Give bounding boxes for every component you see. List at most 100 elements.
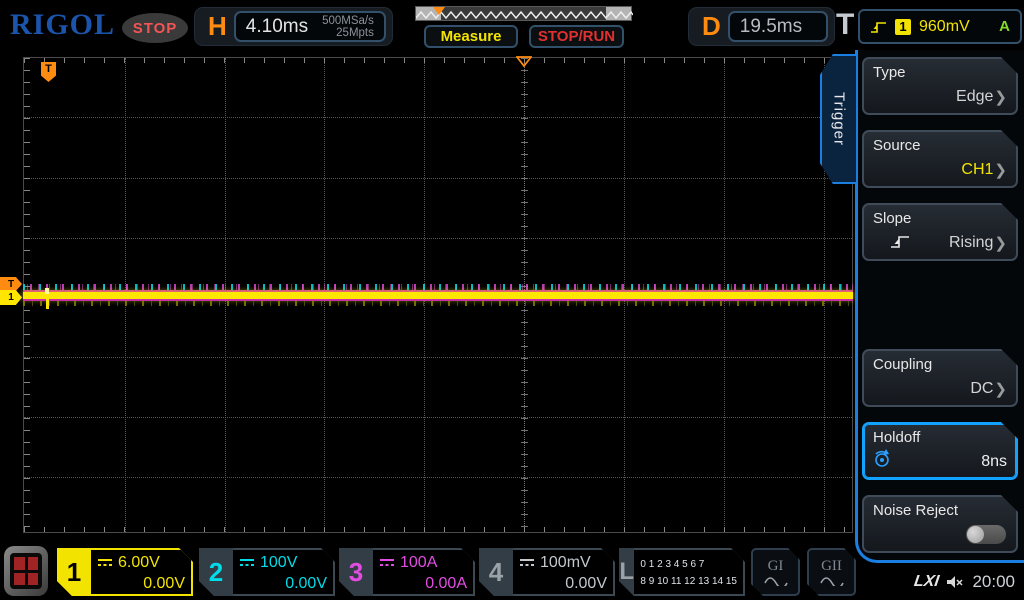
holdoff-value: 8ns	[981, 453, 1007, 471]
menu-grid-icon	[10, 553, 42, 589]
clock: 20:00	[972, 572, 1015, 592]
memory-depth: 25Mpts	[336, 27, 374, 39]
trigger-status-box[interactable]: 1 960mV A	[858, 9, 1022, 44]
chevron-right-icon: ❯	[994, 88, 1007, 106]
ch3-scale: 100A	[400, 554, 437, 571]
waveform-preview-strip[interactable]	[415, 6, 632, 21]
grid-bottom-ticks	[24, 527, 852, 532]
ch2-scale: 100V	[260, 554, 297, 571]
trigger-tab-label: Trigger	[831, 92, 848, 146]
ch3-number: 3	[339, 548, 373, 596]
speaker-muted-icon	[946, 574, 964, 590]
dc-coupling-icon	[519, 558, 536, 567]
oscilloscope-screen: RIGOL STOP H 4.10ms 500MSa/s 25Mpts Meas…	[0, 0, 1024, 600]
grid-hline	[24, 357, 852, 358]
sine-wave-icon	[819, 574, 845, 586]
menu-item-source[interactable]: Source CH1❯	[862, 130, 1018, 188]
trigger-level-value: 960mV	[919, 18, 970, 36]
menu-item-slope[interactable]: Slope Rising❯	[862, 203, 1018, 261]
delay-panel[interactable]: D 19.5ms	[688, 7, 835, 46]
ch1-position-marker[interactable]: 1	[0, 290, 22, 305]
generator-1-block[interactable]: GI	[751, 548, 800, 596]
type-value: Edge	[956, 88, 993, 106]
menu-item-holdoff[interactable]: Holdoff 8ns	[862, 422, 1018, 480]
ch2-number: 2	[199, 548, 233, 596]
generator-2-block[interactable]: GII	[807, 548, 856, 596]
ch3-offset: 0.00A	[379, 573, 467, 594]
menu-item-type[interactable]: Type Edge❯	[862, 57, 1018, 115]
noise-reject-toggle[interactable]	[966, 525, 1006, 544]
type-label: Type	[873, 64, 1007, 81]
menu-item-noise-reject[interactable]: Noise Reject	[862, 495, 1018, 553]
ch4-number: 4	[479, 548, 513, 596]
trigger-position-marker-icon[interactable]	[516, 56, 532, 67]
menu-item-coupling[interactable]: Coupling DC❯	[862, 349, 1018, 407]
grid-hline	[24, 417, 852, 418]
trigger-flag-letter: T	[45, 63, 52, 75]
preview-trigger-position-icon[interactable]	[433, 7, 445, 15]
timebase-value: 4.10ms	[246, 16, 308, 38]
logic-row2: 8 9 10 11 12 13 14 15	[640, 573, 737, 590]
dc-coupling-icon	[379, 558, 396, 567]
holdoff-label: Holdoff	[873, 429, 1007, 446]
ch1-marker-number: 1	[8, 292, 14, 303]
trigger-source-badge: 1	[895, 19, 911, 35]
ch1-scale: 6.00V	[118, 554, 160, 571]
trigger-level-marker[interactable]: T	[0, 277, 22, 291]
measure-button[interactable]: Measure	[424, 25, 518, 48]
chevron-right-icon: ❯	[994, 234, 1007, 252]
trigger-menu-panel	[855, 50, 1024, 563]
logic-row1: 0 1 2 3 4 5 6 7	[640, 556, 737, 573]
trigger-level-letter: T	[8, 279, 14, 290]
chevron-right-icon: ❯	[994, 380, 1007, 398]
ch4-offset: 0.00V	[519, 573, 607, 594]
delay-value: 19.5ms	[740, 16, 802, 38]
stop-run-label: STOP/RUN	[538, 28, 615, 45]
trigger-mode: A	[999, 18, 1010, 35]
chevron-right-icon: ❯	[994, 161, 1007, 179]
trace-noise-band-lower	[23, 301, 853, 306]
delay-d-badge: D	[695, 11, 728, 42]
g1-label: GI	[768, 559, 784, 574]
lxi-badge: LXI	[912, 573, 939, 591]
delay-box: 19.5ms	[728, 11, 828, 42]
channel-4-block[interactable]: 4 100mV 0.00V	[479, 548, 615, 596]
sample-rate: 500MSa/s	[322, 15, 374, 27]
dc-coupling-icon	[97, 558, 114, 567]
grid-hline	[24, 238, 852, 239]
ch1-trace	[23, 292, 853, 299]
trace-glitch-blob	[45, 288, 49, 294]
channel-1-block[interactable]: 1 6.00V 0.00V	[57, 548, 193, 596]
grid-hline	[24, 178, 852, 179]
grid-top-ticks	[24, 58, 852, 63]
g2-label: GII	[821, 559, 842, 574]
main-menu-button[interactable]	[4, 546, 48, 596]
stop-run-button[interactable]: STOP/RUN	[529, 25, 624, 48]
trace-glitch-spike	[46, 299, 49, 309]
logic-analyzer-block[interactable]: L 0 1 2 3 4 5 6 7 8 9 10 11 12 13 14 15	[619, 548, 745, 596]
ch1-number: 1	[57, 548, 91, 596]
horizontal-panel[interactable]: H 4.10ms 500MSa/s 25Mpts	[194, 7, 393, 46]
coupling-value: DC	[970, 380, 993, 398]
slope-label: Slope	[873, 210, 1007, 227]
channel-3-block[interactable]: 3 100A 0.00A	[339, 548, 475, 596]
noise-reject-label: Noise Reject	[873, 502, 1007, 519]
coupling-label: Coupling	[873, 356, 1007, 373]
toggle-knob	[967, 526, 984, 543]
channel-2-block[interactable]: 2 100V 0.00V	[199, 548, 335, 596]
rotate-knob-icon	[872, 449, 892, 469]
status-area: LXI 20:00	[895, 572, 1015, 592]
horizontal-h-badge: H	[201, 11, 234, 42]
ch2-offset: 0.00V	[239, 573, 327, 594]
rising-edge-icon	[870, 19, 887, 34]
rising-edge-icon	[890, 233, 910, 249]
slope-value: Rising	[949, 234, 993, 252]
run-state-badge: STOP	[122, 13, 188, 43]
ch1-offset: 0.00V	[97, 573, 185, 594]
logic-l-badge: L	[619, 548, 634, 596]
trigger-menu-tab[interactable]: Trigger	[820, 54, 858, 184]
trigger-t-badge: T	[836, 8, 854, 42]
rigol-logo: RIGOL	[10, 8, 115, 42]
sine-wave-icon	[763, 574, 789, 586]
grid-hline	[24, 117, 852, 118]
